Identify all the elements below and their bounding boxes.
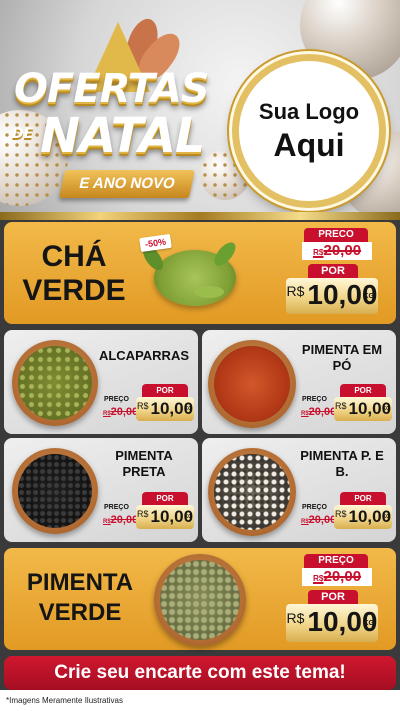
unit-label: KG xyxy=(382,514,391,520)
por-label: POR xyxy=(308,590,358,604)
product-card[interactable]: ALCAPARRAS PREÇO R$20,00 POR R$ 10,00 KG xyxy=(4,330,198,434)
title-natal: NATAL xyxy=(40,108,205,164)
price-label: PREÇO xyxy=(304,554,368,568)
product-card[interactable]: PIMENTA PRETA PREÇO R$20,00 POR R$ 10,00 … xyxy=(4,438,198,542)
christmas-title: OFERTAS DE NATAL E ANO NOVO xyxy=(6,14,226,208)
logo-text-line2: Aqui xyxy=(273,127,345,163)
old-price: R$20,00 xyxy=(301,406,336,418)
new-price-currency: R$ xyxy=(136,509,149,519)
old-price: R$20,00 xyxy=(302,568,372,586)
new-price-currency: R$ xyxy=(136,401,149,411)
price-label: PREÇO xyxy=(302,504,327,511)
old-price-value: 20,00 xyxy=(110,406,139,418)
por-label: POR xyxy=(142,492,188,505)
old-price-value: 20,00 xyxy=(110,514,139,526)
product-card[interactable]: PIMENTA P. E B. PREÇO R$20,00 POR R$ 10,0… xyxy=(202,438,396,542)
price-label: PREÇO xyxy=(104,396,129,403)
footer-note: *Imagens Meramente Ilustrativas xyxy=(0,690,400,711)
unit-label: KG xyxy=(184,406,193,412)
product-name: PIMENTA VERDE xyxy=(10,568,150,628)
new-price: R$ 10,00 KG xyxy=(136,505,194,529)
old-price-currency: R$ xyxy=(301,411,309,417)
unit-label: KG xyxy=(363,620,375,627)
product-name-line2: VERDE xyxy=(22,274,126,307)
new-price-currency: R$ xyxy=(334,509,347,519)
old-price: R$20,00 xyxy=(302,242,372,260)
product-name-line1: CHÁ xyxy=(41,240,107,273)
por-label: POR xyxy=(340,384,386,397)
product-name: ALCAPARRAS xyxy=(98,348,190,363)
product-name: PIMENTA PRETA xyxy=(115,448,173,479)
new-price: R$ 10,00 KG xyxy=(136,397,194,421)
por-label: POR xyxy=(142,384,188,397)
product-bowl-image xyxy=(12,340,98,426)
featured-product[interactable]: CHÁ VERDE -50% PRECO R$20,00 POR R$ 10,00… xyxy=(4,222,396,324)
logo-text-line1: Sua Logo xyxy=(258,99,360,124)
new-price: R$ 10,00 KG xyxy=(286,604,378,642)
unit-label: KG xyxy=(184,514,193,520)
logo-placeholder: Sua Logo Aqui xyxy=(232,54,386,208)
product-name: PIMENTA EM PÓ xyxy=(301,342,383,373)
unit-label: KG xyxy=(382,406,391,412)
product-bowl-image xyxy=(208,448,296,536)
por-label: POR xyxy=(340,492,386,505)
product-bowl-image xyxy=(12,448,98,534)
product-name: CHÁ VERDE xyxy=(14,240,134,308)
old-price-currency: R$ xyxy=(103,519,111,525)
por-label: POR xyxy=(308,264,358,278)
old-price-currency: R$ xyxy=(103,411,111,417)
gold-divider xyxy=(0,212,400,220)
unit-label: KG xyxy=(363,293,375,300)
product-name-line2: VERDE xyxy=(38,599,122,626)
new-price: R$ 10,00 KG xyxy=(334,505,392,529)
old-price-value: 20,00 xyxy=(308,406,337,418)
old-price-currency: R$ xyxy=(312,574,324,583)
price-label: PREÇO xyxy=(302,396,327,403)
price-label: PREÇO xyxy=(104,504,129,511)
product-bowl-image xyxy=(154,554,246,646)
title-de: DE xyxy=(12,126,34,142)
new-price-currency: R$ xyxy=(286,610,305,626)
old-price: R$20,00 xyxy=(103,514,138,526)
cta-banner[interactable]: Crie seu encarte com este tema! xyxy=(4,656,396,690)
new-price-currency: R$ xyxy=(334,401,347,411)
old-price: R$20,00 xyxy=(301,514,336,526)
old-price-currency: R$ xyxy=(301,519,309,525)
old-price-value: 20,00 xyxy=(323,568,362,585)
title-ofertas: OFERTAS xyxy=(14,66,210,112)
old-price-value: 20,00 xyxy=(308,514,337,526)
old-price: R$20,00 xyxy=(103,406,138,418)
product-bowl-image xyxy=(208,340,296,428)
old-price-value: 20,00 xyxy=(323,242,362,259)
header-banner: OFERTAS DE NATAL E ANO NOVO Sua Logo Aqu… xyxy=(0,0,400,212)
tea-bowl-image xyxy=(139,238,240,306)
product-name: PIMENTA P. E B. xyxy=(300,448,384,479)
new-price-currency: R$ xyxy=(286,283,305,299)
product-name-line1: PIMENTA xyxy=(26,569,134,596)
new-price: R$ 10,00 KG xyxy=(334,397,392,421)
price-label: PRECO xyxy=(304,228,368,242)
subtitle-ano-novo: E ANO NOVO xyxy=(59,170,195,198)
old-price-currency: R$ xyxy=(312,248,324,257)
new-price: R$ 10,00 KG xyxy=(286,278,378,314)
featured-product[interactable]: PIMENTA VERDE PREÇO R$20,00 POR R$ 10,00 … xyxy=(4,548,396,650)
product-card[interactable]: PIMENTA EM PÓ PREÇO R$20,00 POR R$ 10,00 … xyxy=(202,330,396,434)
